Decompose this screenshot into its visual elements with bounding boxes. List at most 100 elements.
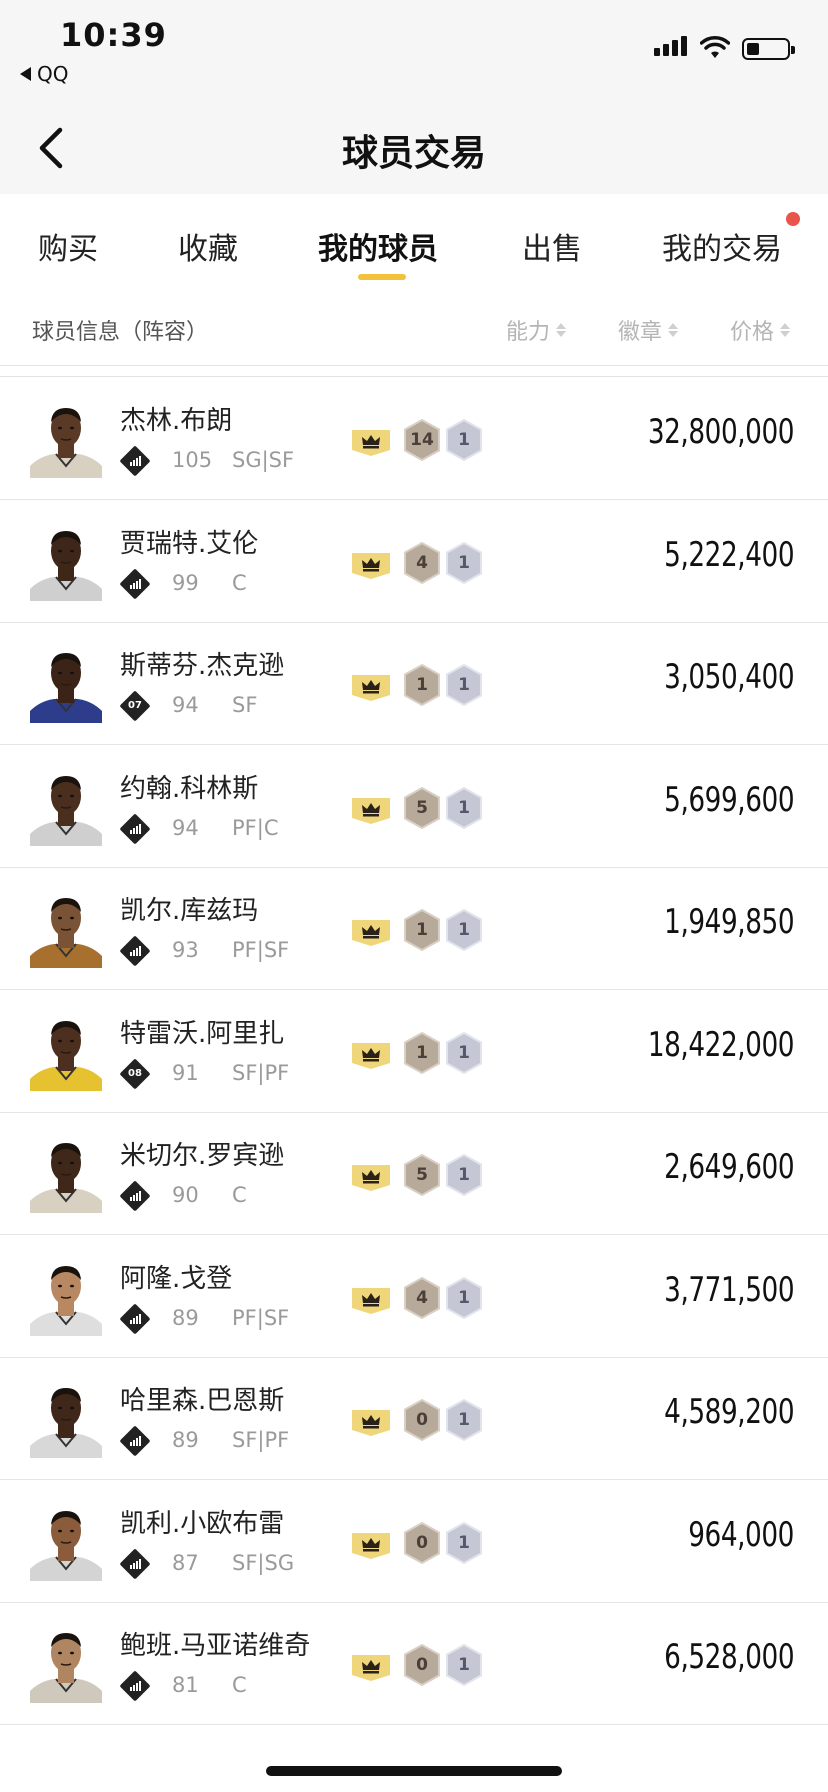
player-name: 贾瑞特.艾伦 (120, 528, 259, 559)
player-avatar (30, 645, 102, 723)
bronze-badge-count: 1 (416, 675, 428, 695)
silver-badge-count: 1 (458, 1532, 470, 1553)
crown-badge-icon (352, 1529, 390, 1559)
player-avatar (30, 1625, 102, 1703)
player-name: 哈里森.巴恩斯 (120, 1386, 285, 1416)
player-avatar (30, 768, 102, 846)
crown-badge-icon (352, 1406, 390, 1436)
crown-badge-icon (352, 1284, 390, 1314)
player-avatar (30, 1013, 102, 1091)
player-row[interactable]: 贾瑞特.艾伦 99 C 4 1 5,222,400 (0, 501, 828, 623)
silver-badge-icon: 1 (444, 1153, 484, 1197)
bronze-badge-count: 4 (416, 552, 428, 573)
card-level-icon (119, 812, 151, 845)
silver-badge-icon: 1 (444, 908, 484, 952)
silver-badge-count: 1 (458, 675, 470, 695)
player-row[interactable]: 鲍班.马亚诺维奇 81 C 0 1 6,528,000 (0, 1603, 828, 1725)
player-price: 32,800,000 (647, 412, 795, 452)
player-avatar (30, 1135, 102, 1213)
divider (0, 376, 828, 377)
bronze-badge-icon: 0 (402, 1398, 442, 1442)
crown-badge-icon (352, 671, 390, 701)
player-row[interactable]: 斯蒂芬.杰克逊 07 94 SF 1 1 3,050,400 (0, 623, 828, 745)
player-ability: 91 (172, 1060, 199, 1085)
player-ability: 105 (172, 448, 213, 472)
bronze-badge-count: 1 (416, 1042, 428, 1063)
card-level-icon (119, 1302, 151, 1335)
player-row[interactable]: 凯利.小欧布雷 87 SF|SG 0 1 964,000 (0, 1481, 828, 1603)
tab-sell[interactable]: 出售 (522, 224, 582, 268)
player-name: 凯利.小欧布雷 (120, 1508, 285, 1539)
player-row[interactable]: 哈里森.巴恩斯 89 SF|PF 0 1 4,589,200 (0, 1358, 828, 1480)
player-name: 特雷沃.阿里扎 (120, 1018, 285, 1049)
player-position: PF|SF (232, 938, 290, 962)
sort-badge-button[interactable]: 徽章 (618, 314, 679, 346)
silver-badge-count: 1 (458, 1287, 470, 1308)
player-price: 18,422,000 (647, 1024, 795, 1065)
tab-favorites[interactable]: 收藏 (178, 224, 238, 268)
player-row[interactable]: 杰林.布朗 105 SG|SF 14 1 32,800,000 (0, 378, 828, 500)
sort-price-button[interactable]: 价格 (730, 314, 791, 346)
player-price: 5,222,400 (664, 534, 794, 575)
silver-badge-count: 1 (458, 430, 470, 450)
bronze-badge-icon: 1 (402, 663, 442, 707)
bronze-badge-icon: 1 (402, 908, 442, 952)
bronze-badge-icon: 4 (402, 541, 442, 585)
card-level-icon (119, 567, 151, 600)
player-position: C (232, 1183, 247, 1207)
list-header: 球员信息（阵容） 能力 徽章 价格 (0, 294, 828, 366)
back-triangle-icon (20, 67, 31, 81)
bronze-badge-icon: 5 (402, 786, 442, 830)
player-ability: 89 (172, 1305, 199, 1330)
player-position: C (232, 570, 247, 595)
silver-badge-count: 1 (458, 552, 470, 573)
tab-my-trades[interactable]: 我的交易 (662, 224, 782, 268)
player-avatar (30, 890, 102, 968)
sort-ability-button[interactable]: 能力 (506, 314, 567, 346)
bronze-badge-count: 1 (416, 920, 428, 940)
player-price: 2,649,600 (664, 1147, 794, 1187)
wifi-icon (699, 36, 731, 64)
card-level-icon (119, 1547, 151, 1580)
player-position: PF|SF (232, 1305, 290, 1330)
bronze-badge-count: 4 (416, 1287, 428, 1308)
player-name: 凯尔.库兹玛 (120, 896, 259, 926)
silver-badge-count: 1 (458, 920, 470, 940)
player-avatar (30, 1380, 102, 1458)
player-position: SF|SG (232, 1550, 295, 1575)
silver-badge-count: 1 (458, 1042, 470, 1063)
player-position: C (232, 1673, 247, 1697)
silver-badge-count: 1 (458, 797, 470, 818)
header-price: 价格 (730, 320, 775, 345)
home-indicator (266, 1766, 562, 1776)
status-bar: 10:39 QQ (0, 0, 828, 100)
card-level-icon (119, 1425, 151, 1457)
crown-badge-icon (352, 549, 390, 579)
player-row[interactable]: 阿隆.戈登 89 PF|SF 4 1 3,771,500 (0, 1236, 828, 1358)
player-row[interactable]: 特雷沃.阿里扎 08 91 SF|PF 1 1 18,422,000 (0, 991, 828, 1113)
card-level-icon (119, 1670, 151, 1702)
bronze-badge-count: 0 (416, 1410, 428, 1430)
nav-bar: 球员交易 (0, 100, 828, 194)
back-to-app-link[interactable]: QQ (20, 62, 68, 86)
player-row[interactable]: 凯尔.库兹玛 93 PF|SF 1 1 1,949,850 (0, 868, 828, 990)
page-title: 球员交易 (341, 133, 486, 174)
silver-badge-icon: 1 (444, 1276, 484, 1320)
player-row[interactable]: 米切尔.罗宾逊 90 C 5 1 2,649,600 (0, 1113, 828, 1235)
bronze-badge-count: 14 (410, 430, 434, 450)
tab-my-players[interactable]: 我的球员 (318, 224, 438, 268)
player-price: 6,528,000 (664, 1637, 794, 1677)
tab-bar: 购买 收藏 我的球员 出售 我的交易 (0, 194, 828, 294)
silver-badge-icon: 1 (444, 418, 484, 462)
player-row[interactable]: 约翰.科林斯 94 PF|C 5 1 5,699,600 (0, 746, 828, 868)
crown-badge-icon (352, 1161, 390, 1191)
player-name: 米切尔.罗宾逊 (120, 1141, 285, 1171)
crown-badge-icon (352, 1039, 390, 1069)
active-tab-indicator (358, 274, 406, 280)
player-position: PF|C (232, 815, 279, 840)
bronze-badge-count: 0 (416, 1532, 428, 1553)
silver-badge-icon: 1 (444, 786, 484, 830)
bronze-badge-icon: 1 (402, 1031, 442, 1075)
player-avatar (30, 400, 102, 478)
tab-buy[interactable]: 购买 (38, 224, 98, 268)
